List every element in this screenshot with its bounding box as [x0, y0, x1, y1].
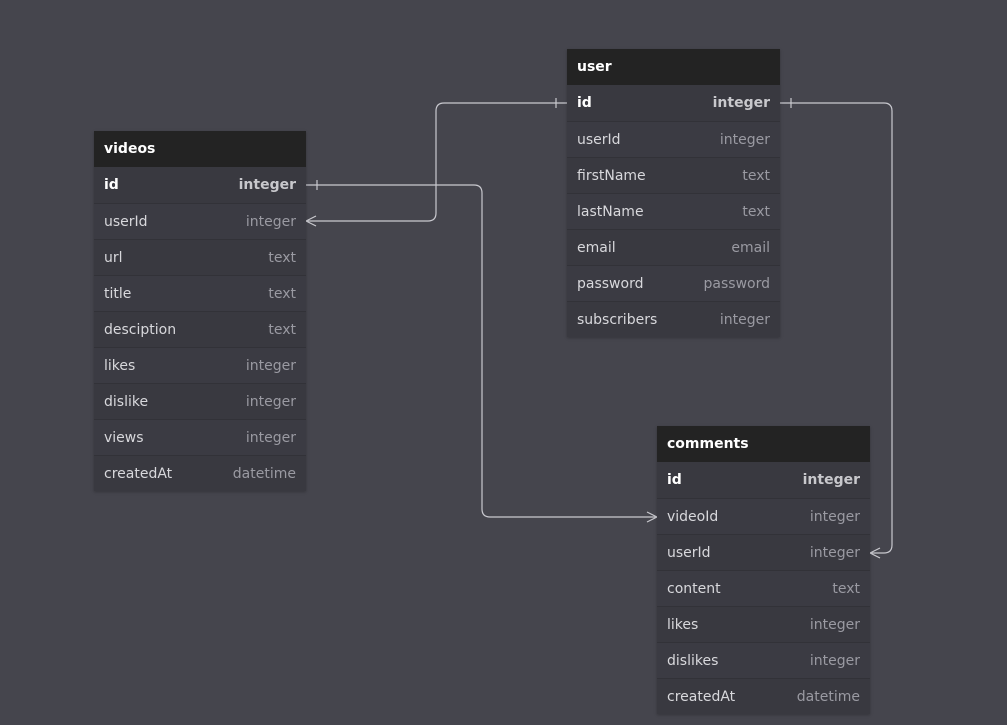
field-name: content — [667, 580, 721, 597]
field-type: text — [832, 580, 860, 597]
table-header-comments[interactable]: comments — [657, 426, 870, 462]
field-type: integer — [809, 652, 860, 669]
table-header-user[interactable]: user — [567, 49, 780, 85]
field-row-user-subscribers[interactable]: subscribers integer — [567, 301, 780, 337]
field-row-videos-createdat[interactable]: createdAt datetime — [94, 455, 306, 491]
field-type: integer — [712, 95, 770, 111]
field-name: userId — [577, 131, 621, 148]
field-type: datetime — [232, 465, 296, 482]
field-name: videoId — [667, 508, 719, 525]
field-name: createdAt — [667, 688, 736, 705]
field-name: subscribers — [577, 311, 658, 328]
field-row-user-id[interactable]: id integer — [567, 85, 780, 121]
field-row-comments-likes[interactable]: likes integer — [657, 606, 870, 642]
field-type: integer — [809, 508, 860, 525]
field-type: text — [268, 285, 296, 302]
table-header-videos[interactable]: videos — [94, 131, 306, 167]
field-name: userId — [667, 544, 711, 561]
table-user[interactable]: user id integer userId integer firstName… — [567, 49, 780, 337]
field-row-comments-dislikes[interactable]: dislikes integer — [657, 642, 870, 678]
field-type: integer — [719, 131, 770, 148]
field-name: id — [104, 177, 119, 193]
field-row-videos-views[interactable]: views integer — [94, 419, 306, 455]
field-type: text — [742, 203, 770, 220]
field-type: integer — [238, 177, 296, 193]
field-row-comments-id[interactable]: id integer — [657, 462, 870, 498]
field-type: email — [731, 239, 770, 256]
field-name: lastName — [577, 203, 644, 220]
field-type: integer — [809, 544, 860, 561]
field-row-videos-id[interactable]: id integer — [94, 167, 306, 203]
table-rows-videos: id integer userId integer url text title… — [94, 167, 306, 491]
relation-videos-user — [306, 102, 567, 222]
field-type: integer — [245, 357, 296, 374]
field-type: text — [742, 167, 770, 184]
field-type: text — [268, 321, 296, 338]
field-name: views — [104, 429, 144, 446]
field-row-comments-createdat[interactable]: createdAt datetime — [657, 678, 870, 714]
field-name: id — [577, 95, 592, 111]
table-rows-comments: id integer videoId integer userId intege… — [657, 462, 870, 714]
field-name: createdAt — [104, 465, 173, 482]
field-name: password — [577, 275, 644, 292]
field-row-comments-userid[interactable]: userId integer — [657, 534, 870, 570]
diagram-canvas: videos id integer userId integer url tex… — [0, 0, 1007, 725]
field-type: datetime — [796, 688, 860, 705]
crowfoot-comments-videoid — [646, 511, 658, 518]
field-name: likes — [104, 357, 136, 374]
field-type: integer — [245, 393, 296, 410]
field-row-videos-userid[interactable]: userId integer — [94, 203, 306, 239]
field-row-comments-content[interactable]: content text — [657, 570, 870, 606]
field-type: integer — [802, 472, 860, 488]
table-rows-user: id integer userId integer firstName text… — [567, 85, 780, 337]
field-row-videos-desciption[interactable]: desciption text — [94, 311, 306, 347]
field-name: dislikes — [667, 652, 719, 669]
field-row-comments-videoid[interactable]: videoId integer — [657, 498, 870, 534]
field-type: integer — [245, 429, 296, 446]
field-row-videos-likes[interactable]: likes integer — [94, 347, 306, 383]
field-name: firstName — [577, 167, 646, 184]
field-name: title — [104, 285, 132, 302]
table-comments[interactable]: comments id integer videoId integer user… — [657, 426, 870, 714]
field-row-videos-dislike[interactable]: dislike integer — [94, 383, 306, 419]
field-row-videos-title[interactable]: title text — [94, 275, 306, 311]
field-row-user-password[interactable]: password password — [567, 265, 780, 301]
field-type: integer — [809, 616, 860, 633]
field-name: likes — [667, 616, 699, 633]
table-videos[interactable]: videos id integer userId integer url tex… — [94, 131, 306, 491]
field-row-user-firstname[interactable]: firstName text — [567, 157, 780, 193]
field-name: dislike — [104, 393, 149, 410]
field-name: userId — [104, 213, 148, 230]
field-row-videos-url[interactable]: url text — [94, 239, 306, 275]
field-name: url — [104, 249, 123, 266]
field-name: id — [667, 472, 682, 488]
field-name: email — [577, 239, 616, 256]
field-row-user-userid[interactable]: userId integer — [567, 121, 780, 157]
field-type: integer — [719, 311, 770, 328]
field-type: integer — [245, 213, 296, 230]
field-name: desciption — [104, 321, 177, 338]
field-type: text — [268, 249, 296, 266]
field-type: password — [703, 275, 770, 292]
crowfoot-comments-userid — [869, 547, 881, 554]
field-row-user-lastname[interactable]: lastName text — [567, 193, 780, 229]
crowfoot-videos-userid — [305, 215, 317, 222]
field-row-user-email[interactable]: email email — [567, 229, 780, 265]
